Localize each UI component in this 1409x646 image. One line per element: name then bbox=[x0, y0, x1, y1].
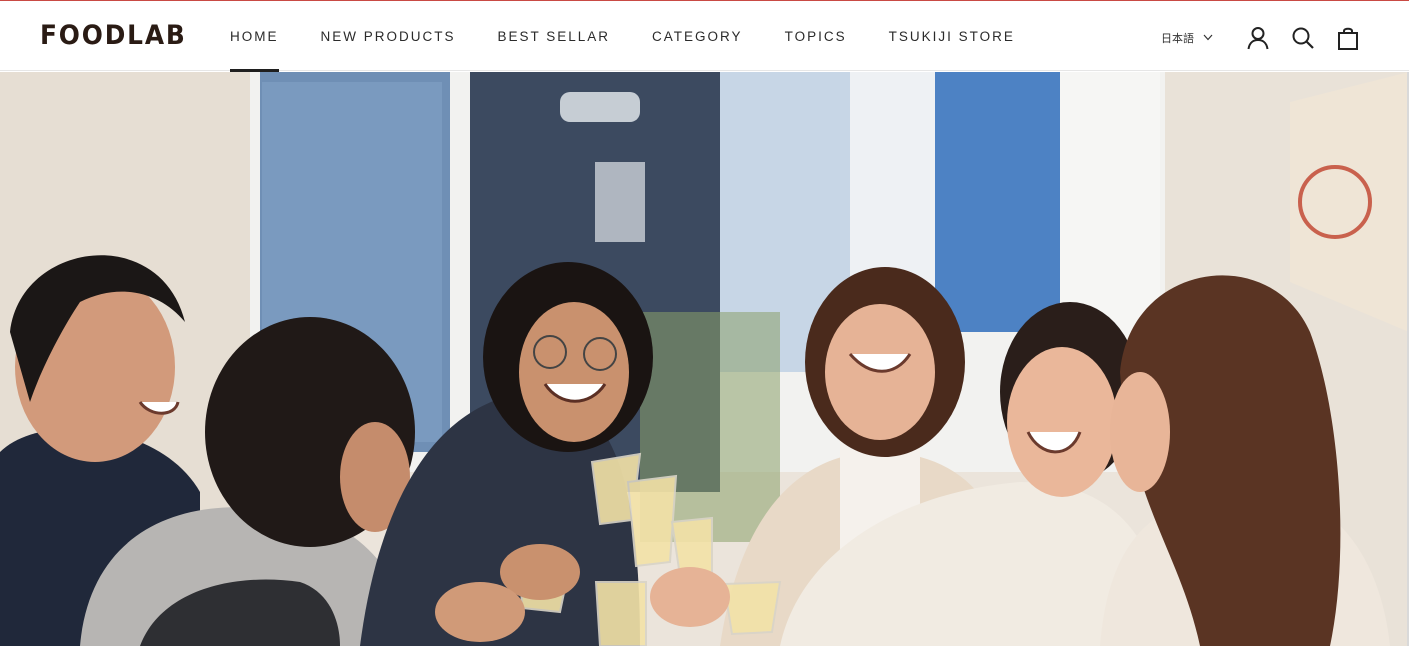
search-icon[interactable] bbox=[1290, 25, 1316, 51]
nav-item-home[interactable]: HOME bbox=[230, 1, 279, 72]
nav-item-new-products[interactable]: NEW PRODUCTS bbox=[321, 1, 456, 71]
hero-banner[interactable] bbox=[0, 72, 1409, 646]
chevron-down-icon bbox=[1203, 32, 1213, 44]
language-label: 日本語 bbox=[1161, 33, 1194, 45]
nav-item-best-sellar[interactable]: BEST SELLAR bbox=[498, 1, 611, 71]
site-header: FOODLAB HOME NEW PRODUCTS BEST SELLAR CA… bbox=[0, 1, 1409, 72]
account-icon[interactable] bbox=[1245, 25, 1271, 51]
main-nav: HOME NEW PRODUCTS BEST SELLAR CATEGORY T… bbox=[230, 1, 1057, 72]
hero-photo bbox=[0, 72, 1409, 646]
nav-item-topics[interactable]: TOPICS bbox=[785, 1, 847, 71]
brand-logo[interactable]: FOODLAB bbox=[40, 20, 187, 51]
language-selector[interactable]: 日本語 bbox=[1161, 30, 1213, 46]
nav-item-tsukiji-store[interactable]: TSUKIJI STORE bbox=[889, 1, 1015, 71]
cart-icon[interactable] bbox=[1335, 25, 1361, 51]
nav-item-category[interactable]: CATEGORY bbox=[652, 1, 743, 71]
